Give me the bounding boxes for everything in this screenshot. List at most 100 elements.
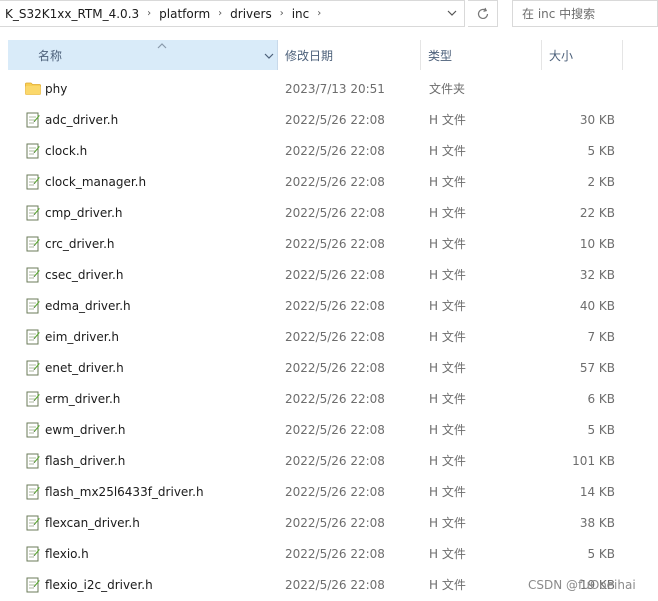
file-row[interactable]: csec_driver.h 2022/5/26 22:08 H 文件 32 KB — [8, 259, 628, 290]
h-file-icon — [24, 228, 42, 259]
crumb-inc[interactable]: inc — [289, 7, 313, 21]
file-type: H 文件 — [429, 454, 466, 468]
file-date: 2022/5/26 22:08 — [285, 267, 385, 282]
file-name: clock_manager.h — [45, 174, 147, 189]
refresh-icon[interactable] — [468, 0, 498, 27]
file-size: 30 KB — [579, 112, 615, 127]
file-type: H 文件 — [429, 361, 466, 375]
file-date: 2022/5/26 22:08 — [285, 329, 385, 344]
chevron-right-icon[interactable]: › — [142, 8, 156, 19]
file-type: H 文件 — [429, 237, 466, 251]
file-row[interactable]: flash_mx25l6433f_driver.h 2022/5/26 22:08… — [8, 476, 628, 507]
file-name: ewm_driver.h — [45, 422, 126, 437]
h-file-icon — [24, 383, 42, 414]
file-name: cmp_driver.h — [45, 205, 123, 220]
file-row[interactable]: edma_driver.h 2022/5/26 22:08 H 文件 40 KB — [8, 290, 628, 321]
crumb-platform[interactable]: platform — [156, 7, 213, 21]
file-size — [543, 73, 615, 104]
crumb-drivers[interactable]: drivers — [227, 7, 275, 21]
h-file-icon — [24, 135, 42, 166]
file-size: 22 KB — [579, 205, 615, 220]
crumb-root[interactable]: K_S32K1xx_RTM_4.0.3 — [2, 7, 142, 21]
file-name: csec_driver.h — [45, 267, 124, 282]
folder-icon — [24, 73, 42, 104]
file-row[interactable]: crc_driver.h 2022/5/26 22:08 H 文件 10 KB — [8, 228, 628, 259]
file-date: 2022/5/26 22:08 — [285, 453, 385, 468]
file-date: 2022/5/26 22:08 — [285, 174, 385, 189]
file-row[interactable]: ewm_driver.h 2022/5/26 22:08 H 文件 5 KB — [8, 414, 628, 445]
file-size: 38 KB — [579, 515, 615, 530]
h-file-icon — [24, 507, 42, 538]
file-row[interactable]: erm_driver.h 2022/5/26 22:08 H 文件 6 KB — [8, 383, 628, 414]
h-file-icon — [24, 259, 42, 290]
h-file-icon — [24, 197, 42, 228]
file-date: 2022/5/26 22:08 — [285, 546, 385, 561]
file-size: 14 KB — [579, 484, 615, 499]
column-header-type-label: 类型 — [428, 48, 453, 63]
column-header-name-label: 名称 — [38, 48, 63, 63]
file-name: crc_driver.h — [45, 236, 115, 251]
file-size: 5 KB — [587, 422, 615, 437]
h-file-icon — [24, 414, 42, 445]
file-date: 2022/5/26 22:08 — [285, 298, 385, 313]
file-name: phy — [45, 81, 68, 96]
file-row[interactable]: flexcan_driver.h 2022/5/26 22:08 H 文件 38 KB — [8, 507, 628, 538]
file-row[interactable]: cmp_driver.h 2022/5/26 22:08 H 文件 22 KB — [8, 197, 628, 228]
search-input[interactable]: 在 inc 中搜索 — [512, 0, 658, 27]
file-size: 5 KB — [587, 143, 615, 158]
column-header-type[interactable]: 类型 — [422, 40, 542, 70]
file-type: H 文件 — [429, 175, 466, 189]
file-type: H 文件 — [429, 578, 466, 592]
file-name: flash_mx25l6433f_driver.h — [45, 484, 204, 499]
file-name: eim_driver.h — [45, 329, 120, 344]
file-date: 2022/5/26 22:08 — [285, 515, 385, 530]
h-file-icon — [24, 290, 42, 321]
file-row[interactable]: flash_driver.h 2022/5/26 22:08 H 文件 101 KB — [8, 445, 628, 476]
h-file-icon — [24, 569, 42, 600]
watermark: CSDN @fuOoeihai — [528, 578, 636, 592]
chevron-right-icon[interactable]: › — [213, 8, 227, 19]
h-file-icon — [24, 166, 42, 197]
column-header-size[interactable]: 大小 — [543, 40, 623, 70]
column-header-date[interactable]: 修改日期 — [279, 40, 421, 70]
file-type: H 文件 — [429, 392, 466, 406]
file-name: edma_driver.h — [45, 298, 131, 313]
file-row[interactable]: eim_driver.h 2022/5/26 22:08 H 文件 7 KB — [8, 321, 628, 352]
h-file-icon — [24, 538, 42, 569]
column-header-name[interactable]: 名称 — [8, 40, 278, 70]
file-date: 2022/5/26 22:08 — [285, 112, 385, 127]
file-date: 2023/7/13 20:51 — [285, 81, 385, 96]
file-size: 40 KB — [579, 298, 615, 313]
file-date: 2022/5/26 22:08 — [285, 205, 385, 220]
file-size: 10 KB — [579, 236, 615, 251]
chevron-right-icon[interactable]: › — [275, 8, 289, 19]
file-size: 57 KB — [579, 360, 615, 375]
file-name: flexio.h — [45, 546, 89, 561]
file-type: H 文件 — [429, 206, 466, 220]
file-date: 2022/5/26 22:08 — [285, 143, 385, 158]
file-date: 2022/5/26 22:08 — [285, 422, 385, 437]
file-name: enet_driver.h — [45, 360, 124, 375]
file-row[interactable]: enet_driver.h 2022/5/26 22:08 H 文件 57 KB — [8, 352, 628, 383]
chevron-right-icon[interactable]: › — [312, 8, 326, 19]
file-row[interactable]: clock.h 2022/5/26 22:08 H 文件 5 KB — [8, 135, 628, 166]
chevron-down-icon[interactable] — [264, 48, 274, 62]
file-size: 6 KB — [587, 391, 615, 406]
h-file-icon — [24, 321, 42, 352]
breadcrumb[interactable]: K_S32K1xx_RTM_4.0.3 › platform › drivers… — [0, 0, 465, 27]
sort-ascending-icon — [157, 38, 167, 52]
chevron-down-icon[interactable] — [441, 2, 463, 24]
file-type: H 文件 — [429, 330, 466, 344]
file-row[interactable]: flexio.h 2022/5/26 22:08 H 文件 5 KB — [8, 538, 628, 569]
file-name: adc_driver.h — [45, 112, 119, 127]
file-type: H 文件 — [429, 485, 466, 499]
file-name: erm_driver.h — [45, 391, 121, 406]
file-row[interactable]: clock_manager.h 2022/5/26 22:08 H 文件 2 KB — [8, 166, 628, 197]
file-row[interactable]: adc_driver.h 2022/5/26 22:08 H 文件 30 KB — [8, 104, 628, 135]
file-size: 2 KB — [587, 174, 615, 189]
file-date: 2022/5/26 22:08 — [285, 236, 385, 251]
file-name: flash_driver.h — [45, 453, 126, 468]
h-file-icon — [24, 445, 42, 476]
file-row[interactable]: phy 2023/7/13 20:51 文件夹 — [8, 73, 628, 104]
file-size: 7 KB — [587, 329, 615, 344]
